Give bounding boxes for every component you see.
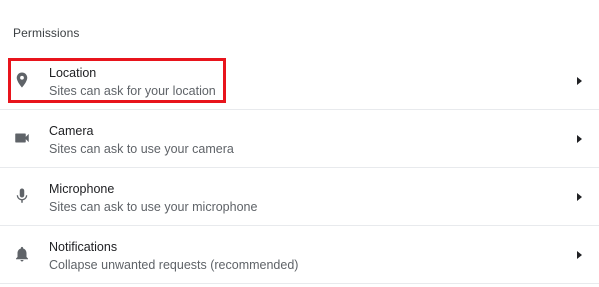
permission-row-location[interactable]: Location Sites can ask for your location <box>0 52 599 110</box>
permission-row-microphone[interactable]: Microphone Sites can ask to use your mic… <box>0 168 599 226</box>
permission-title: Camera <box>49 124 94 138</box>
permission-title: Location <box>49 66 97 80</box>
location-pin-icon <box>13 71 31 89</box>
chevron-right-icon <box>575 250 583 260</box>
permission-title: Microphone <box>49 182 115 196</box>
permission-subtitle: Sites can ask to use your camera <box>49 142 234 156</box>
chevron-right-icon <box>575 76 583 86</box>
permission-subtitle: Sites can ask to use your microphone <box>49 200 258 214</box>
chevron-right-icon <box>575 192 583 202</box>
chevron-right-icon <box>575 134 583 144</box>
bell-icon <box>13 245 31 263</box>
permission-row-notifications[interactable]: Notifications Collapse unwanted requests… <box>0 226 599 284</box>
permissions-list: Location Sites can ask for your location… <box>0 52 599 284</box>
permission-subtitle: Collapse unwanted requests (recommended) <box>49 258 299 272</box>
microphone-icon <box>13 187 31 205</box>
permission-subtitle: Sites can ask for your location <box>49 84 216 98</box>
permission-title: Notifications <box>49 240 118 254</box>
camera-icon <box>13 129 31 147</box>
permission-row-camera[interactable]: Camera Sites can ask to use your camera <box>0 110 599 168</box>
section-title: Permissions <box>13 26 80 40</box>
